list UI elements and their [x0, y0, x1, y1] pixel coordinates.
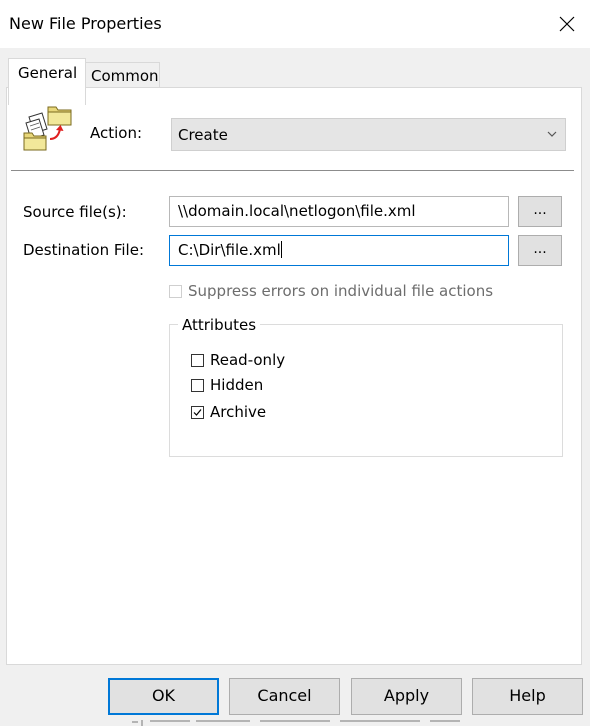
archive-checkbox[interactable]: [191, 405, 204, 419]
source-label: Source file(s):: [23, 203, 127, 221]
readonly-checkbox[interactable]: [191, 353, 204, 367]
background-window-artifact: [132, 720, 460, 726]
separator-line: [11, 170, 574, 171]
tab-general-label: General: [18, 64, 78, 82]
text-caret: [280, 241, 282, 258]
checkmark-icon: [193, 408, 202, 416]
destination-file-value: C:\Dir\file.xml: [178, 241, 281, 259]
destination-browse-button[interactable]: ...: [518, 235, 562, 266]
tab-common-label: Common: [91, 67, 159, 85]
hidden-label: Hidden: [210, 376, 264, 394]
ok-button[interactable]: OK: [108, 678, 219, 715]
close-button[interactable]: [544, 0, 590, 48]
close-icon: [559, 16, 575, 32]
source-browse-button[interactable]: ...: [518, 196, 562, 227]
destination-label: Destination File:: [23, 241, 144, 259]
apply-button[interactable]: Apply: [351, 678, 462, 715]
suppress-errors-checkbox[interactable]: [169, 284, 182, 298]
source-file-input[interactable]: \\domain.local\netlogon\file.xml: [169, 196, 509, 227]
action-select-value: Create: [178, 126, 228, 144]
hidden-option[interactable]: Hidden: [191, 376, 263, 394]
hidden-checkbox[interactable]: [191, 378, 204, 392]
file-action-icon: [23, 106, 72, 151]
title-bar: New File Properties: [0, 0, 590, 48]
readonly-label: Read-only: [210, 351, 286, 369]
window-title: New File Properties: [9, 14, 162, 33]
destination-file-input[interactable]: C:\Dir\file.xml: [169, 235, 509, 266]
help-button[interactable]: Help: [472, 678, 583, 715]
new-file-properties-dialog: New File Properties Common General Actio…: [0, 0, 590, 726]
suppress-errors-option[interactable]: Suppress errors on individual file actio…: [169, 282, 493, 300]
chevron-down-icon: [547, 131, 557, 137]
readonly-option[interactable]: Read-only: [191, 351, 285, 369]
cancel-button[interactable]: Cancel: [229, 678, 340, 715]
attributes-title: Attributes: [178, 316, 261, 334]
suppress-errors-label: Suppress errors on individual file actio…: [188, 282, 494, 300]
tab-general[interactable]: General: [8, 58, 86, 105]
archive-option[interactable]: Archive: [191, 403, 266, 421]
tab-common[interactable]: Common: [85, 62, 160, 88]
source-file-value: \\domain.local\netlogon\file.xml: [178, 202, 416, 220]
action-select[interactable]: Create: [171, 118, 566, 151]
action-label: Action:: [90, 124, 143, 142]
archive-label: Archive: [210, 403, 267, 421]
